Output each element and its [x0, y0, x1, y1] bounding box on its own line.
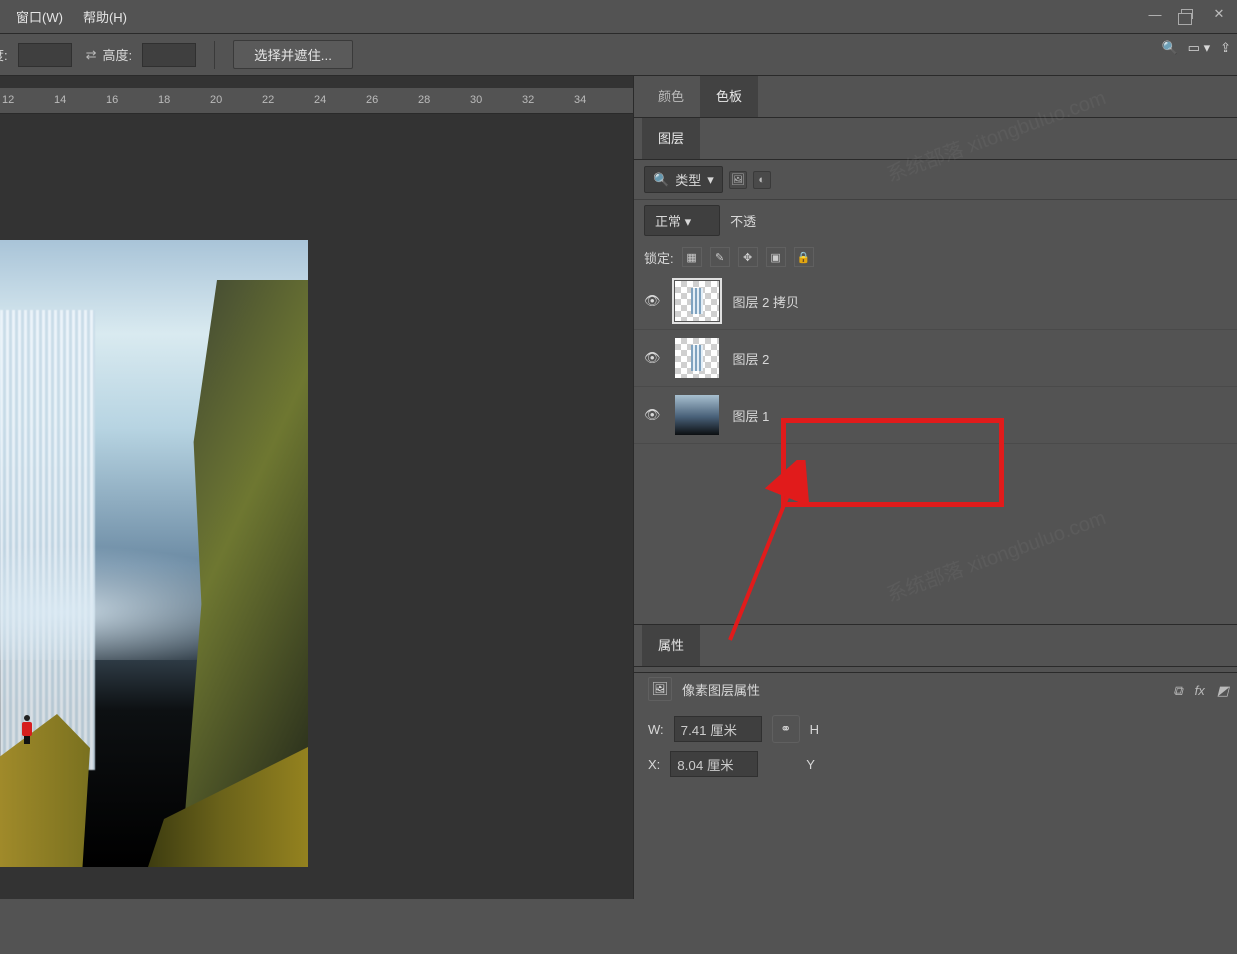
- filter-image-icon[interactable]: 🖼: [729, 171, 747, 189]
- filter-adjust-icon[interactable]: ◐: [753, 171, 771, 189]
- prop-y-label: Y: [806, 757, 815, 772]
- filter-label: 类型: [675, 170, 701, 189]
- tab-swatch[interactable]: 色板: [700, 76, 758, 117]
- option-bar: 宽度: ⇄ 高度: 选择并遮住...: [0, 34, 1237, 76]
- chevron-down-icon: ▾: [707, 172, 714, 188]
- width-input[interactable]: [18, 43, 72, 67]
- height-label: 高度:: [103, 45, 133, 64]
- lock-label: 锁定:: [644, 248, 674, 267]
- canvas-area: 12 14 16 18 20 22 24 26 28 30 32 34: [0, 76, 633, 899]
- height-input[interactable]: [142, 43, 196, 67]
- ruler-mark: 18: [158, 94, 170, 106]
- minimize-icon[interactable]: —: [1145, 4, 1165, 24]
- topbar-right-icons: 🔍 ▭ ▾ ⇪: [1161, 40, 1231, 56]
- visibility-icon[interactable]: 👁: [644, 350, 661, 366]
- layer-name: 图层 2 拷贝: [733, 292, 799, 311]
- tab-color[interactable]: 颜色: [642, 76, 700, 117]
- chevron-down-icon: ▾: [685, 214, 692, 229]
- layers-panel-tabs: 图层: [634, 118, 1237, 160]
- ruler-mark: 16: [106, 94, 118, 106]
- layer-name: 图层 2: [733, 349, 770, 368]
- search-icon[interactable]: 🔍: [1161, 40, 1177, 56]
- search-icon: 🔍: [653, 172, 669, 188]
- blend-row: 正常 ▾ 不透: [634, 200, 1237, 241]
- layer-list: 👁 图层 2 拷贝👁 图层 2👁 图层 1: [634, 273, 1237, 444]
- opacity-label: 不透: [730, 211, 756, 230]
- ruler-mark: 30: [470, 94, 482, 106]
- link-wh-icon[interactable]: ⚭: [772, 715, 800, 743]
- ruler-mark: 14: [54, 94, 66, 106]
- lock-artboard-icon[interactable]: ▣: [766, 247, 786, 267]
- ruler-mark: 12: [2, 94, 14, 106]
- lock-move-icon[interactable]: ✥: [738, 247, 758, 267]
- ruler-mark: 22: [262, 94, 274, 106]
- tab-layers[interactable]: 图层: [642, 118, 700, 159]
- visibility-icon[interactable]: 👁: [644, 293, 661, 309]
- lock-pixels-icon[interactable]: ▦: [682, 247, 702, 267]
- swap-icon[interactable]: ⇄: [86, 47, 97, 63]
- pixel-layer-icon: 🖼: [648, 677, 672, 701]
- tab-properties[interactable]: 属性: [642, 625, 700, 666]
- panel-column: 颜色 色板 图层 🔍 类型 ▾ 🖼 ◐ 正常 ▾ 不透 锁定: ▦ ✎ ✥ ▣ …: [633, 76, 1237, 899]
- prop-w-input[interactable]: [674, 716, 762, 742]
- properties-title: 像素图层属性: [682, 680, 760, 699]
- layer-item[interactable]: 👁 图层 2 拷贝: [634, 273, 1237, 330]
- visibility-icon[interactable]: 👁: [644, 407, 661, 423]
- prop-h-label: H: [810, 722, 819, 737]
- blend-mode-select[interactable]: 正常 ▾: [644, 205, 720, 236]
- workspace-icon[interactable]: ▭ ▾: [1188, 40, 1210, 56]
- layer-item[interactable]: 👁 图层 2: [634, 330, 1237, 387]
- prop-x-label: X:: [648, 757, 660, 772]
- close-icon[interactable]: ✕: [1209, 4, 1229, 24]
- menu-help[interactable]: 帮助(H): [73, 3, 137, 30]
- properties-panel: 属性 🖼 像素图层属性 W: ⚭ H X: Y: [634, 624, 1237, 899]
- ruler-mark: 20: [210, 94, 222, 106]
- ruler-mark: 26: [366, 94, 378, 106]
- menu-bar: 窗口(W) 帮助(H): [0, 0, 1237, 34]
- share-icon[interactable]: ⇪: [1220, 40, 1231, 56]
- maximize-icon[interactable]: [1177, 4, 1197, 24]
- ruler-horizontal: 12 14 16 18 20 22 24 26 28 30 32 34: [0, 88, 633, 114]
- separator: [214, 41, 215, 69]
- width-label: 宽度:: [0, 45, 8, 64]
- select-mask-button[interactable]: 选择并遮住...: [233, 40, 353, 69]
- window-controls: — ✕: [1145, 4, 1229, 24]
- layer-thumbnail[interactable]: [675, 281, 719, 321]
- canvas-image[interactable]: [0, 240, 308, 867]
- lock-row: 锁定: ▦ ✎ ✥ ▣ 🔒: [634, 241, 1237, 273]
- ruler-mark: 24: [314, 94, 326, 106]
- layer-item[interactable]: 👁 图层 1: [634, 387, 1237, 444]
- lock-brush-icon[interactable]: ✎: [710, 247, 730, 267]
- layer-thumbnail[interactable]: [675, 338, 719, 378]
- filter-type-select[interactable]: 🔍 类型 ▾: [644, 166, 723, 193]
- layer-name: 图层 1: [733, 406, 770, 425]
- ruler-mark: 28: [418, 94, 430, 106]
- layer-filter-bar: 🔍 类型 ▾ 🖼 ◐: [634, 160, 1237, 200]
- person-graphic: [20, 715, 34, 739]
- prop-w-label: W:: [648, 722, 664, 737]
- layer-thumbnail[interactable]: [675, 395, 719, 435]
- ruler-mark: 32: [522, 94, 534, 106]
- layers-panel: 🔍 类型 ▾ 🖼 ◐ 正常 ▾ 不透 锁定: ▦ ✎ ✥ ▣ 🔒 👁 图层 2 …: [634, 160, 1237, 444]
- menu-window[interactable]: 窗口(W): [6, 3, 73, 30]
- lock-all-icon[interactable]: 🔒: [794, 247, 814, 267]
- color-panel-tabs: 颜色 色板: [634, 76, 1237, 118]
- ruler-mark: 34: [574, 94, 586, 106]
- prop-x-input[interactable]: [670, 751, 758, 777]
